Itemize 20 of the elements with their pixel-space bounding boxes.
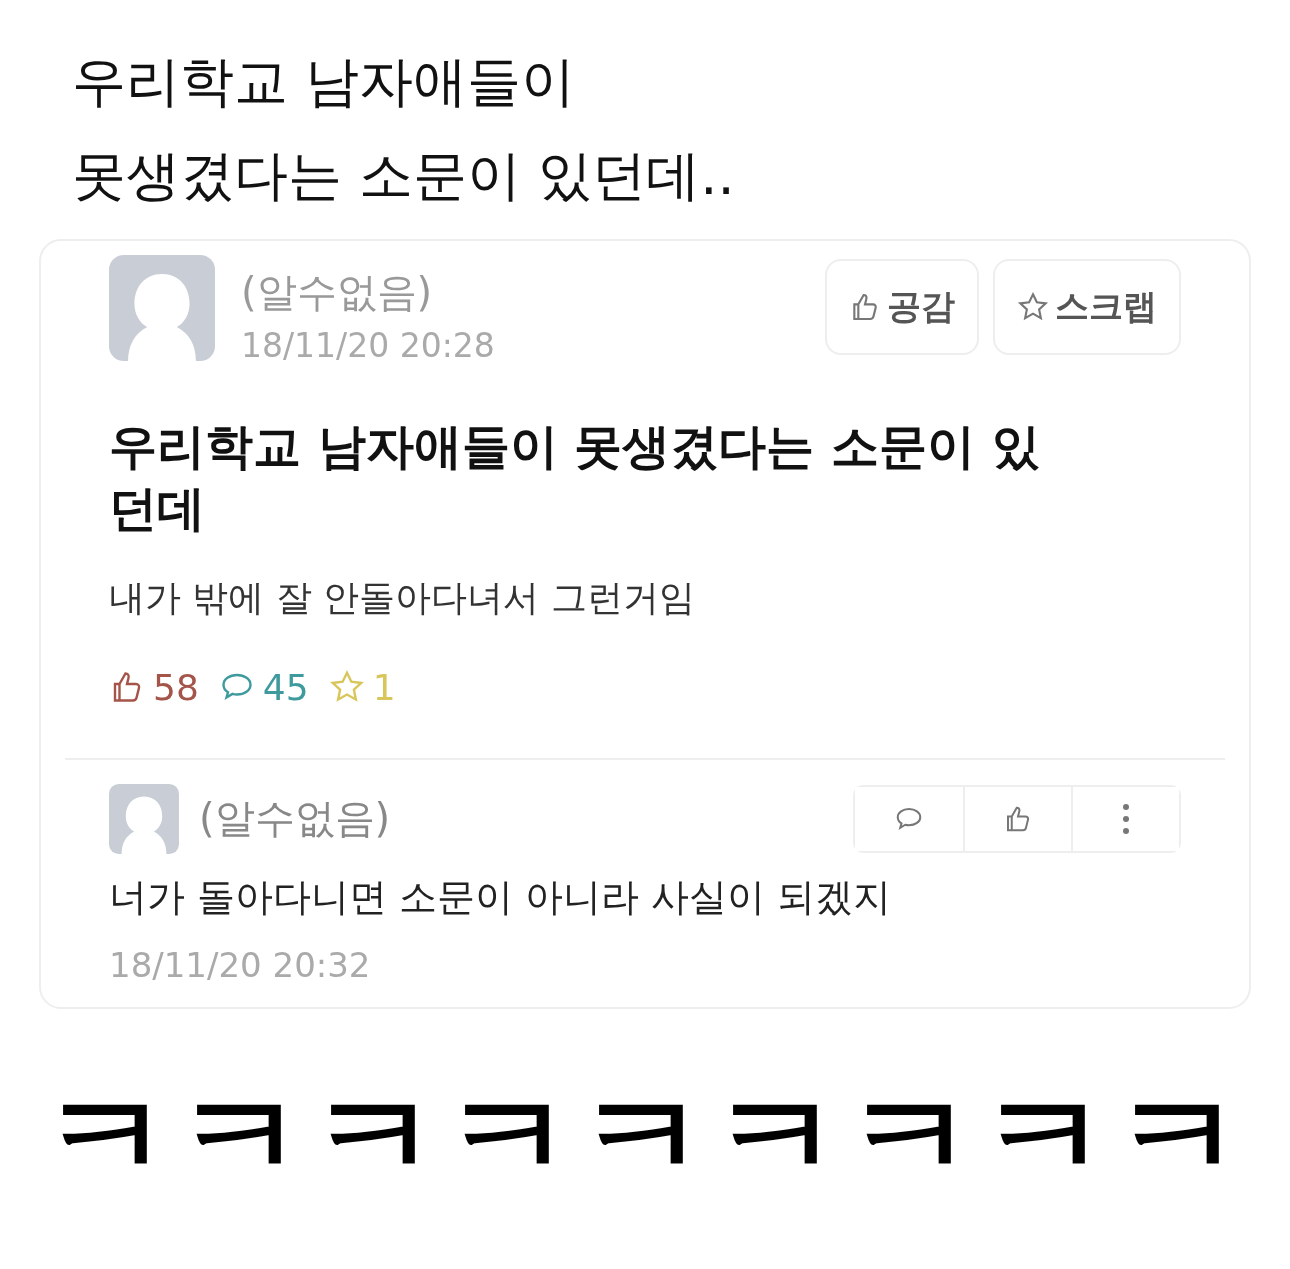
scrap-count: 1 [372, 666, 396, 708]
author-name: (알수없음) [241, 268, 434, 317]
author-name: (알수없음) [199, 794, 392, 844]
like-button[interactable]: 공감 [825, 259, 979, 355]
caption-line: 우리학교 남자애들이 [72, 49, 577, 115]
post-time: 18/11/20 20:28 [241, 326, 496, 365]
more-button[interactable] [1071, 786, 1179, 851]
post-body: 내가 밖에 잘 안돌아다녀서 그런거임 [109, 575, 696, 620]
comment-time: 18/11/20 20:32 [109, 944, 372, 985]
avatar-icon [109, 783, 179, 854]
comment-text: 너가 돌아다니면 소문이 아니라 사실이 되겠지 [109, 873, 893, 921]
avatar-icon [109, 255, 215, 361]
star-icon [1017, 291, 1049, 323]
post-title: 우리학교 남자애들이 못생겼다는 소문이 있던데 [109, 417, 1041, 539]
more-icon [1121, 801, 1131, 836]
comment-count: 45 [262, 666, 309, 708]
punchline-text: ㅋㅋㅋㅋㅋㅋㅋㅋㅋ [42, 1065, 1248, 1206]
like-count: 58 [153, 666, 199, 708]
caption-line: 못생겼다는 소문이 있던데.. [72, 142, 736, 209]
scrap-button[interactable]: 스크랩 [993, 259, 1181, 355]
